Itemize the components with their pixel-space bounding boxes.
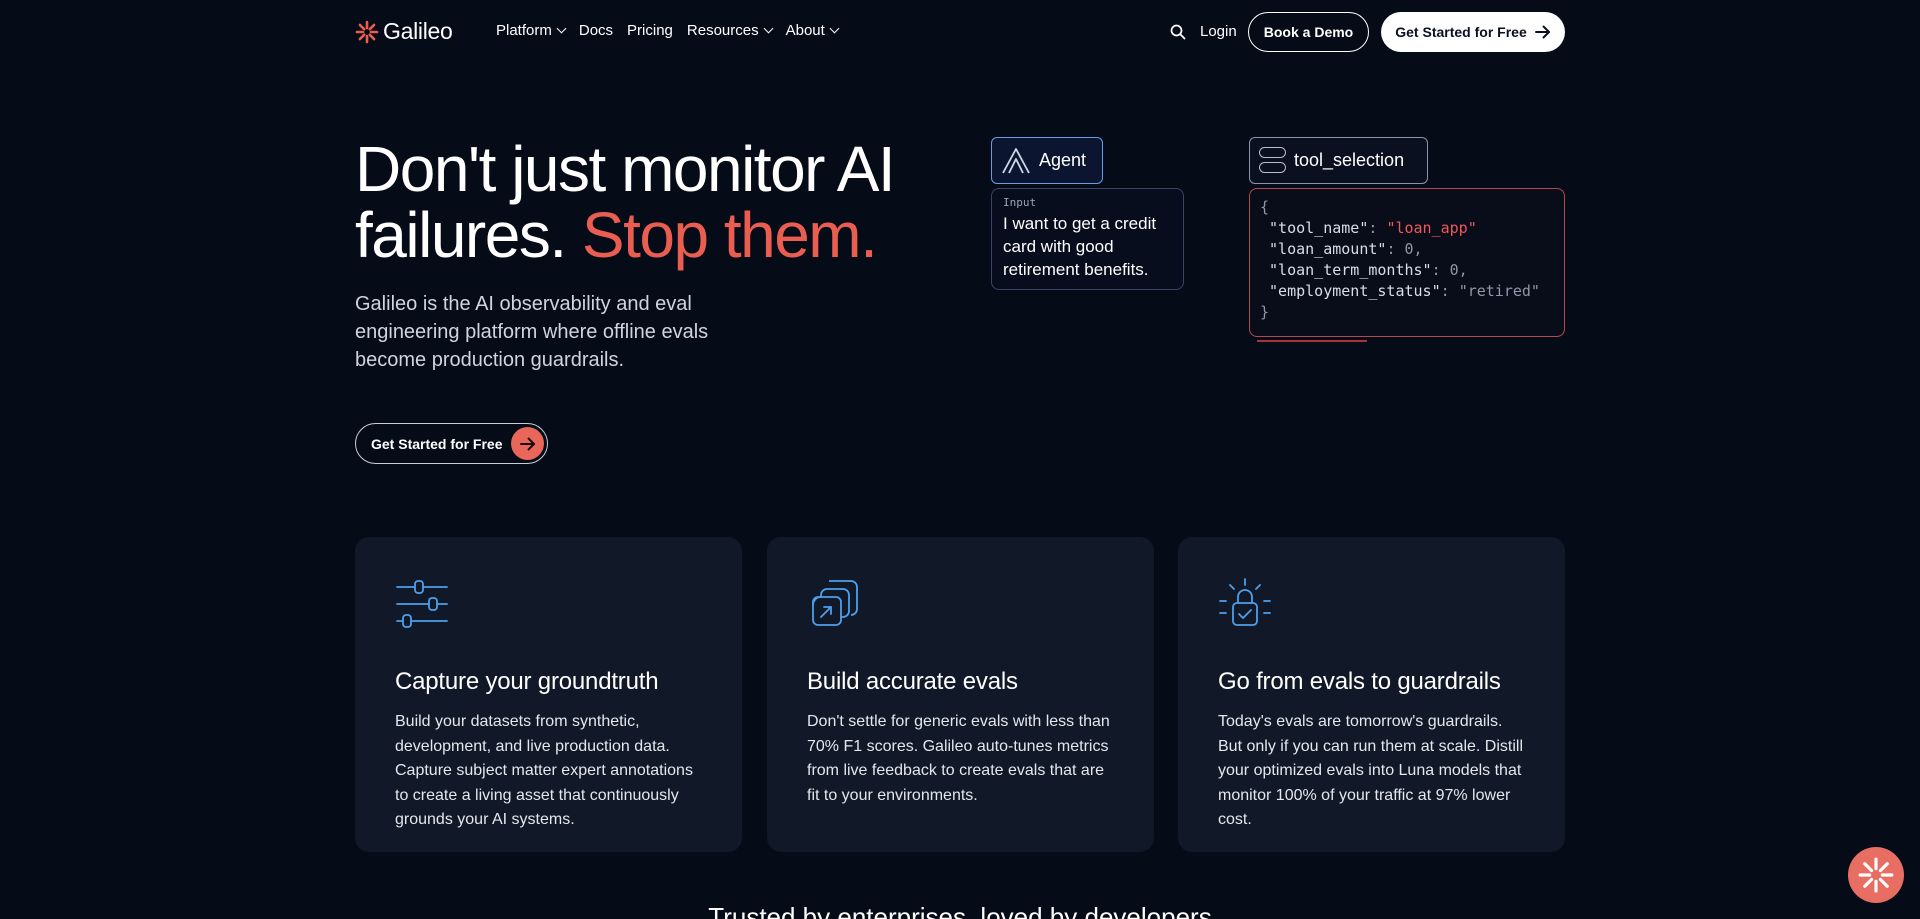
card-text: Build your datasets from synthetic, deve… [395, 713, 693, 828]
arrow-right-icon [1534, 25, 1550, 39]
tool-call-code: { "tool_name": "loan_app" "loan_amount":… [1249, 188, 1565, 337]
stacked-cards-icon [812, 580, 858, 626]
hero-title-accent: Stop them. [581, 199, 878, 271]
nav-item-platform[interactable]: Platform [496, 22, 567, 39]
tool-selection-tag: tool_selection [1249, 137, 1428, 184]
nav-item-label: Platform [496, 22, 552, 39]
logo-text: Galileo [383, 18, 453, 44]
nav-item-about[interactable]: About [785, 22, 840, 39]
code-key: "tool_name" [1269, 219, 1369, 237]
chat-logo-icon [1858, 857, 1894, 893]
hero-get-started-button[interactable]: Get Started for Free [355, 423, 548, 464]
card-title: Capture your groundtruth [395, 668, 659, 695]
lock-icon [1219, 578, 1271, 626]
arrow-circle [511, 427, 544, 460]
code-value: 0, [1404, 240, 1423, 258]
nav-item-pricing[interactable]: Pricing [627, 22, 673, 39]
nav-item-label: Docs [578, 22, 614, 39]
input-box: Input I want to get a credit card with g… [991, 188, 1184, 290]
search-icon[interactable] [1170, 24, 1186, 40]
nav-item-label: About [785, 22, 825, 39]
hero-subtitle: Galileo is the AI observability and eval… [355, 293, 709, 371]
arrow-right-icon [519, 437, 535, 450]
hero-title-line2: failures. [355, 199, 567, 271]
code-value: "retired" [1458, 282, 1540, 300]
code-value: 0, [1449, 261, 1468, 279]
chevron-down-icon [763, 23, 774, 34]
tool-stack-icon [1259, 147, 1286, 174]
card-title: Go from evals to guardrails [1218, 668, 1501, 695]
login-link[interactable]: Login [1200, 23, 1237, 40]
card-text: Don't settle for generic evals with less… [807, 713, 1110, 804]
galileo-logo-icon [355, 20, 379, 43]
hero-cta-label: Get Started for Free [371, 435, 503, 452]
chevron-down-icon [556, 23, 567, 34]
chat-widget-button[interactable] [1848, 847, 1904, 903]
code-underline [1257, 340, 1367, 342]
logo[interactable]: Galileo [355, 18, 453, 45]
code-key: "loan_term_months" [1269, 261, 1432, 279]
book-demo-button[interactable]: Book a Demo [1248, 12, 1369, 52]
code-open-brace: { [1260, 198, 1270, 216]
agent-tag: Agent [991, 137, 1103, 184]
feature-card-groundtruth: Capture your groundtruth Build your data… [355, 537, 742, 852]
agent-icon [1002, 147, 1030, 173]
agent-label: Agent [1039, 150, 1087, 170]
code-key: "employment_status" [1269, 282, 1441, 300]
get-started-label: Get Started for Free [1395, 24, 1527, 40]
sliders-icon [396, 580, 448, 628]
feature-card-evals: Build accurate evals Don't settle for ge… [767, 537, 1154, 852]
nav-item-label: Resources [686, 22, 759, 39]
input-text: I want to get a credit card with good re… [1003, 214, 1157, 279]
chevron-down-icon [829, 23, 840, 34]
code-value: "loan_app" [1386, 219, 1477, 237]
feature-card-guardrails: Go from evals to guardrails Today's eval… [1178, 537, 1565, 852]
tool-selection-label: tool_selection [1294, 150, 1405, 170]
code-key: "loan_amount" [1269, 240, 1387, 258]
get-started-button[interactable]: Get Started for Free [1381, 12, 1565, 52]
nav-item-resources[interactable]: Resources [686, 22, 774, 39]
nav-item-docs[interactable]: Docs [579, 22, 613, 39]
nav-links: Platform Docs Pricing Resources About [496, 22, 840, 39]
hero-title: Don't just monitor AI failures. Stop the… [355, 136, 955, 268]
hero-title-line1: Don't just monitor AI [355, 133, 896, 205]
code-close-brace: } [1260, 303, 1270, 321]
card-text: Today's evals are tomorrow's guardrails.… [1218, 713, 1524, 828]
card-title: Build accurate evals [807, 668, 1018, 695]
nav-item-label: Pricing [627, 22, 673, 39]
trusted-heading: Trusted by enterprises, loved by develop… [708, 902, 1212, 919]
book-demo-label: Book a Demo [1263, 24, 1354, 40]
input-label: Input [1003, 196, 1037, 209]
top-nav: Galileo Platform Docs Pricing Resources … [0, 0, 1920, 64]
